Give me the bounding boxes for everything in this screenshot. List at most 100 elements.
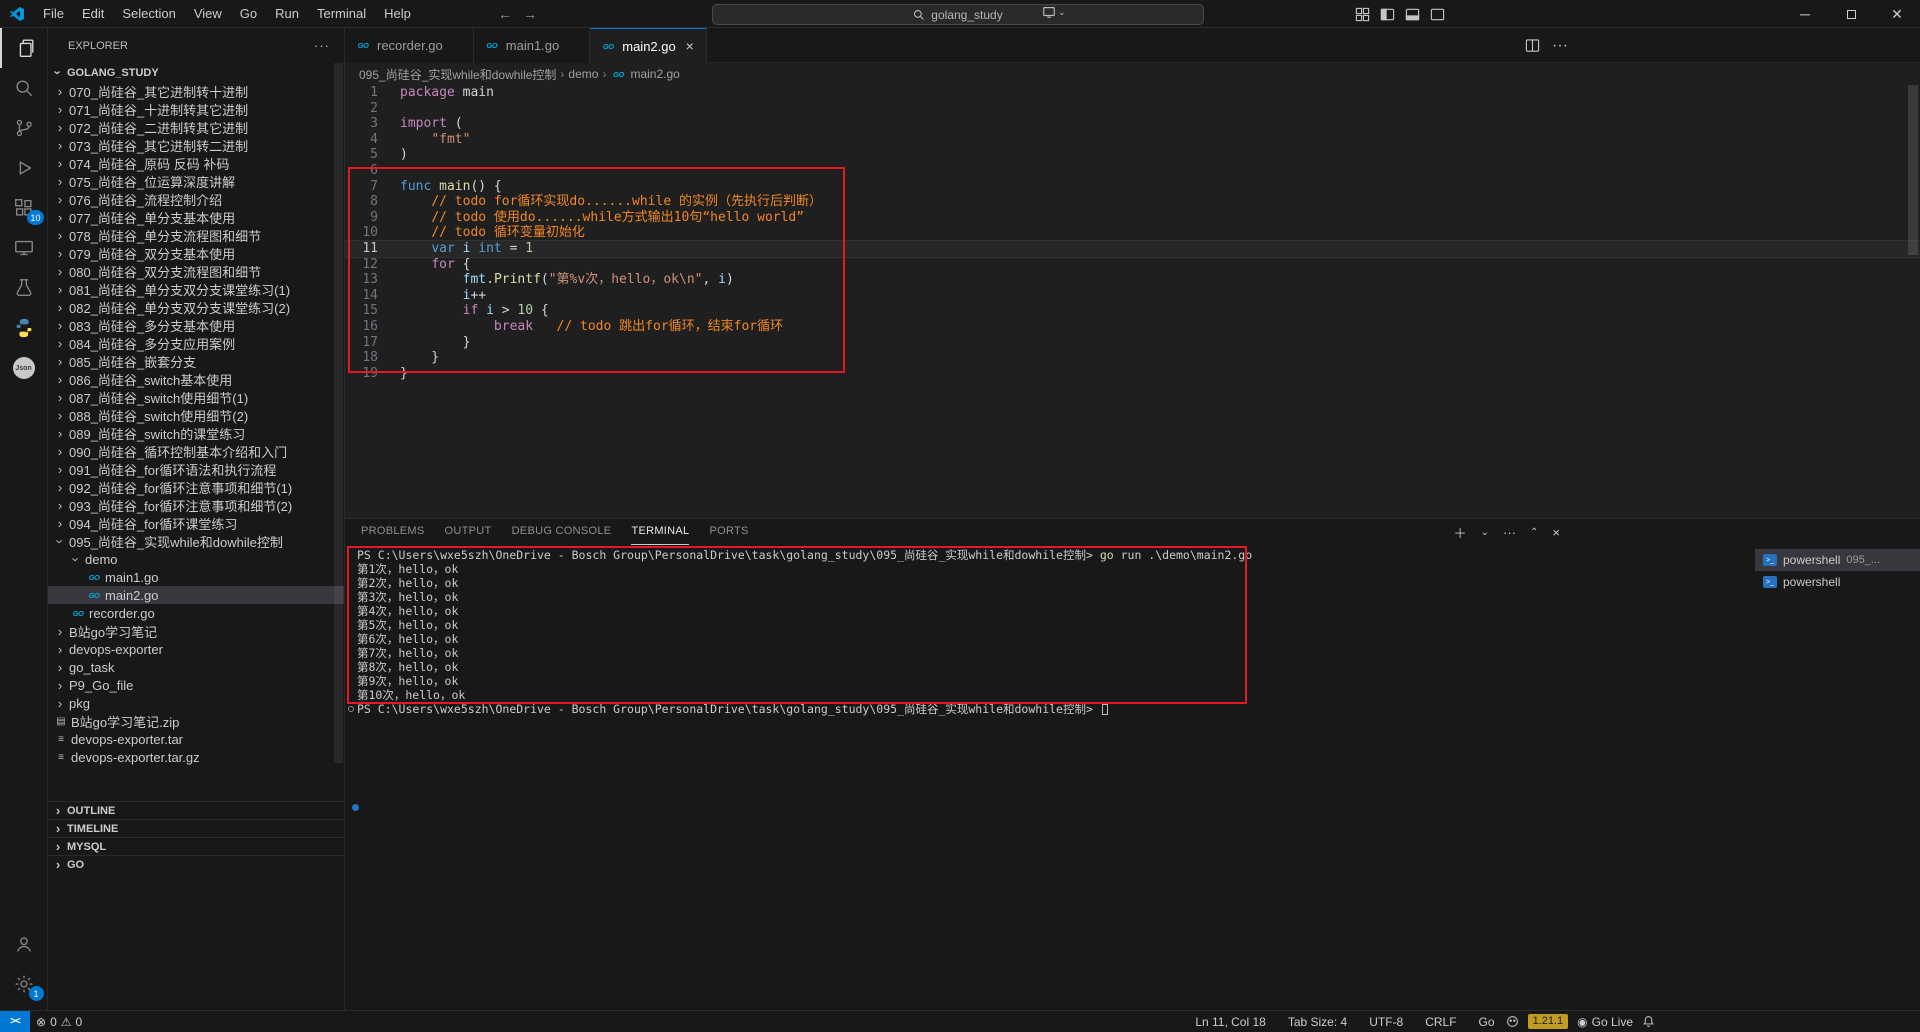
code-line[interactable]: 14 i++ xyxy=(345,288,1920,304)
tree-item-090-尚硅谷-循环控制基本介绍和入门[interactable]: › 090_尚硅谷_循环控制基本介绍和入门 xyxy=(48,442,344,460)
go-gopher-icon[interactable] xyxy=(1506,1015,1519,1028)
tree-item-088-尚硅谷-switch使用细节-2-[interactable]: › 088_尚硅谷_switch使用细节(2) xyxy=(48,406,344,424)
code-line[interactable]: 12 for { xyxy=(345,257,1920,273)
tree-item-073-尚硅谷-其它进制转二进制[interactable]: › 073_尚硅谷_其它进制转二进制 xyxy=(48,136,344,154)
tree-item-085-尚硅谷-嵌套分支[interactable]: › 085_尚硅谷_嵌套分支 xyxy=(48,352,344,370)
status-item-go[interactable]: Go xyxy=(1477,1015,1497,1029)
back-arrow-icon[interactable]: ← xyxy=(493,0,517,28)
tree-item-081-尚硅谷-单分支双分支课堂练习-1-[interactable]: › 081_尚硅谷_单分支双分支课堂练习(1) xyxy=(48,280,344,298)
extensions-activity-icon[interactable]: 10 xyxy=(0,188,48,228)
remote-explorer-activity-icon[interactable] xyxy=(0,228,48,268)
code-line[interactable]: 1 package main xyxy=(345,85,1920,101)
tab-recorder.go[interactable]: GO recorder.go xyxy=(345,28,474,63)
maximize-panel-icon[interactable]: ⌃ xyxy=(1530,527,1538,538)
search-activity-icon[interactable] xyxy=(0,68,48,108)
code-line[interactable]: 7 func main() { xyxy=(345,179,1920,195)
code-line[interactable]: 13 fmt.Printf("第%v次，hello，ok\n", i) xyxy=(345,272,1920,288)
code-line[interactable]: 19} xyxy=(345,366,1920,382)
split-editor-icon[interactable] xyxy=(1525,38,1540,53)
sidebar-section-mysql[interactable]: › MYSQL xyxy=(48,837,344,855)
menu-selection[interactable]: Selection xyxy=(113,0,184,28)
menu-view[interactable]: View xyxy=(185,0,231,28)
tree-item-074-尚硅谷-原码-反码-补码[interactable]: › 074_尚硅谷_原码 反码 补码 xyxy=(48,154,344,172)
status-item-tab-size-4[interactable]: Tab Size: 4 xyxy=(1286,1015,1349,1029)
tree-item-pkg[interactable]: › pkg xyxy=(48,694,344,712)
go-live-button[interactable]: ◉ Go Live xyxy=(1577,1015,1633,1029)
python-extension-icon[interactable] xyxy=(0,308,48,348)
menu-edit[interactable]: Edit xyxy=(73,0,113,28)
command-decoration-icon[interactable] xyxy=(348,706,354,712)
tree-item-093-尚硅谷-for循环注意事项和细节-2-[interactable]: › 093_尚硅谷_for循环注意事项和细节(2) xyxy=(48,496,344,514)
settings-gear-icon[interactable]: 1 xyxy=(0,964,48,1004)
code-line[interactable]: 16 break // todo 跳出for循环，结束for循环 xyxy=(345,319,1920,335)
explorer-more-actions-icon[interactable]: ··· xyxy=(314,38,330,53)
code-line[interactable]: 6 xyxy=(345,163,1920,179)
testing-activity-icon[interactable] xyxy=(0,268,48,308)
bell-icon[interactable] xyxy=(1642,1015,1655,1028)
tab-main2.go[interactable]: GO main2.go × xyxy=(590,28,707,63)
terminal-list-item[interactable]: >_ powershell 095_... xyxy=(1755,549,1920,571)
breadcrumb-item[interactable]: demo xyxy=(568,67,598,81)
panel-more-actions-icon[interactable]: ··· xyxy=(1503,525,1516,540)
tree-item-devops-exporter.tar.gz[interactable]: ≡ devops-exporter.tar.gz xyxy=(48,748,344,766)
code-line[interactable]: 9 // todo 使用do......while方式输出10句“hello w… xyxy=(345,210,1920,226)
panel-tab-problems[interactable]: PROBLEMS xyxy=(361,519,425,545)
sidebar-section-timeline[interactable]: › TIMELINE xyxy=(48,819,344,837)
code-line[interactable]: 3 import ( xyxy=(345,116,1920,132)
terminal-output[interactable]: PS C:\Users\wxe5szh\OneDrive - Bosch Gro… xyxy=(345,545,1755,1010)
tree-item-devops-exporter.tar[interactable]: ≡ devops-exporter.tar xyxy=(48,730,344,748)
tree-item-b站go学习笔记[interactable]: › B站go学习笔记 xyxy=(48,622,344,640)
tree-item-083-尚硅谷-多分支基本使用[interactable]: › 083_尚硅谷_多分支基本使用 xyxy=(48,316,344,334)
menu-terminal[interactable]: Terminal xyxy=(308,0,375,28)
close-icon[interactable]: × xyxy=(682,38,698,54)
status-item-crlf[interactable]: CRLF xyxy=(1423,1015,1458,1029)
explorer-activity-icon[interactable] xyxy=(0,28,48,68)
toggle-secondary-sidebar-icon[interactable] xyxy=(1429,6,1446,23)
close-panel-icon[interactable]: × xyxy=(1552,525,1560,540)
tree-item-082-尚硅谷-单分支双分支课堂练习-2-[interactable]: › 082_尚硅谷_单分支双分支课堂练习(2) xyxy=(48,298,344,316)
remote-indicator[interactable]: >< xyxy=(0,1010,30,1032)
tree-item-094-尚硅谷-for循环课堂练习[interactable]: › 094_尚硅谷_for循环课堂练习 xyxy=(48,514,344,532)
run-debug-activity-icon[interactable] xyxy=(0,148,48,188)
command-center-search[interactable]: golang_study xyxy=(712,4,1204,25)
tree-item-p9-go-file[interactable]: › P9_Go_file xyxy=(48,676,344,694)
titlebar-action-icon[interactable]: ⌄ xyxy=(1042,5,1066,19)
code-line[interactable]: 5) xyxy=(345,147,1920,163)
menu-file[interactable]: File xyxy=(34,0,73,28)
tree-item-089-尚硅谷-switch的课堂练习[interactable]: › 089_尚硅谷_switch的课堂练习 xyxy=(48,424,344,442)
tree-item-070-尚硅谷-其它进制转十进制[interactable]: › 070_尚硅谷_其它进制转十进制 xyxy=(48,82,344,100)
menu-help[interactable]: Help xyxy=(375,0,420,28)
tab-main1.go[interactable]: GO main1.go xyxy=(473,28,591,63)
tree-item-b站go学习笔记.zip[interactable]: ▤ B站go学习笔记.zip xyxy=(48,712,344,730)
tree-item-087-尚硅谷-switch使用细节-1-[interactable]: › 087_尚硅谷_switch使用细节(1) xyxy=(48,388,344,406)
tree-item-080-尚硅谷-双分支流程图和细节[interactable]: › 080_尚硅谷_双分支流程图和细节 xyxy=(48,262,344,280)
editor-scrollbar[interactable] xyxy=(1908,85,1918,255)
status-item-utf-8[interactable]: UTF-8 xyxy=(1367,1015,1405,1029)
terminal-profile-chevron-icon[interactable]: ⌄ xyxy=(1481,527,1489,538)
tree-item-086-尚硅谷-switch基本使用[interactable]: › 086_尚硅谷_switch基本使用 xyxy=(48,370,344,388)
go-version-badge[interactable]: 1.21.1 xyxy=(1527,1014,1569,1029)
close-button[interactable]: ✕ xyxy=(1874,0,1920,28)
code-area[interactable]: 1 package main 2 3 import (4 "fmt" 5) 6 7 func m… xyxy=(345,85,1920,518)
tree-item-084-尚硅谷-多分支应用案例[interactable]: › 084_尚硅谷_多分支应用案例 xyxy=(48,334,344,352)
workspace-root[interactable]: › GOLANG_STUDY xyxy=(48,63,344,82)
code-line[interactable]: 2 xyxy=(345,101,1920,117)
tree-item-076-尚硅谷-流程控制介绍[interactable]: › 076_尚硅谷_流程控制介绍 xyxy=(48,190,344,208)
sidebar-section-outline[interactable]: › OUTLINE xyxy=(48,801,344,819)
toggle-sidebar-icon[interactable] xyxy=(1379,6,1396,23)
menu-run[interactable]: Run xyxy=(266,0,308,28)
code-line[interactable]: 8 // todo for循环实现do......while 的实例（先执行后判… xyxy=(345,194,1920,210)
panel-tab-debug-console[interactable]: DEBUG CONSOLE xyxy=(512,519,612,545)
json-extension-icon[interactable]: Json xyxy=(0,348,48,388)
sidebar-section-go[interactable]: › GO xyxy=(48,855,344,873)
tree-item-go-task[interactable]: › go_task xyxy=(48,658,344,676)
tree-item-demo[interactable]: › demo xyxy=(48,550,344,568)
tree-item-recorder.go[interactable]: GO recorder.go xyxy=(48,604,344,622)
maximize-button[interactable] xyxy=(1828,0,1874,28)
menu-go[interactable]: Go xyxy=(231,0,266,28)
account-icon[interactable] xyxy=(0,924,48,964)
panel-tab-output[interactable]: OUTPUT xyxy=(445,519,492,545)
breadcrumb-item[interactable]: 095_尚硅谷_实现while和dowhile控制 xyxy=(359,66,556,83)
sidebar-scrollbar[interactable] xyxy=(334,63,343,763)
tree-item-078-尚硅谷-单分支流程图和细节[interactable]: › 078_尚硅谷_单分支流程图和细节 xyxy=(48,226,344,244)
